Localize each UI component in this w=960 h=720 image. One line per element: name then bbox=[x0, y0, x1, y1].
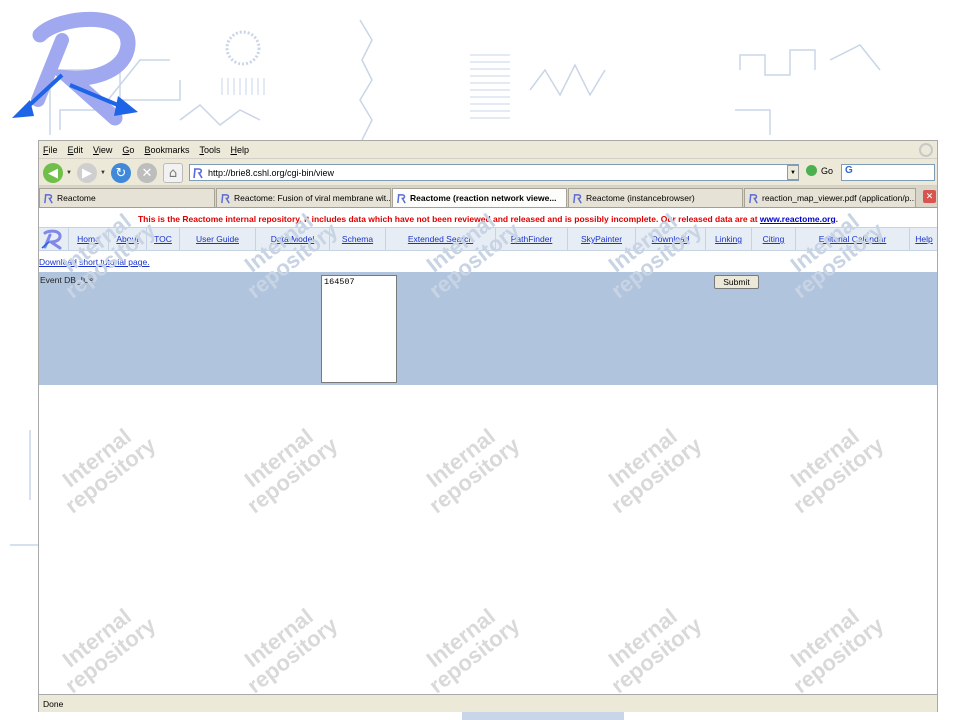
nav-extended-search: Extended Search bbox=[385, 228, 495, 250]
reactome-favicon-icon bbox=[221, 193, 230, 203]
home-icon[interactable]: ⌂ bbox=[163, 163, 183, 183]
menu-go[interactable]: Go bbox=[122, 145, 134, 155]
menu-view[interactable]: View bbox=[93, 145, 112, 155]
nav-help: Help bbox=[909, 228, 938, 250]
nav-user-guide: User Guide bbox=[179, 228, 255, 250]
menu-help[interactable]: Help bbox=[230, 145, 249, 155]
nav-data-model: Data Model bbox=[255, 228, 329, 250]
nav-extended-search-link[interactable]: Extended Search bbox=[408, 234, 473, 244]
nav-about-link[interactable]: About bbox=[116, 234, 138, 244]
tab-fusion-viral-membrane[interactable]: Reactome: Fusion of viral membrane wit..… bbox=[216, 188, 391, 207]
tab-reaction-map-viewer-pdf[interactable]: reaction_map_viewer.pdf (application/p..… bbox=[744, 188, 916, 207]
nav-linking: Linking bbox=[705, 228, 751, 250]
tab-label: Reactome: Fusion of viral membrane wit..… bbox=[234, 193, 391, 203]
menu-file[interactable]: File bbox=[43, 145, 58, 155]
nav-skypainter: SkyPainter bbox=[567, 228, 635, 250]
nav-linking-link[interactable]: Linking bbox=[715, 234, 742, 244]
go-button[interactable]: Go bbox=[806, 165, 833, 176]
reactome-logo bbox=[12, 11, 138, 126]
browser-window: File Edit View Go Bookmarks Tools Help ◀… bbox=[38, 140, 938, 712]
nav-pathfinder-link[interactable]: PathFinder bbox=[511, 234, 553, 244]
status-text: Done bbox=[43, 698, 64, 709]
google-search-icon[interactable]: G bbox=[841, 164, 935, 181]
nav-schema: Schema bbox=[329, 228, 385, 250]
close-tab-icon[interactable]: ✕ bbox=[923, 190, 936, 203]
reactome-logo[interactable] bbox=[40, 229, 66, 250]
reload-icon[interactable]: ↻ bbox=[111, 163, 131, 183]
notice-text: This is the Reactome internal repository… bbox=[137, 214, 760, 224]
event-db-ids-label: Event DB_IDs bbox=[40, 275, 94, 285]
nav-toc-link[interactable]: TOC bbox=[154, 234, 172, 244]
event-db-ids-form: Event DB_IDs 164507 Submit bbox=[39, 272, 937, 385]
tab-instancebrowser[interactable]: Reactome (instancebrowser) bbox=[568, 188, 743, 207]
site-navigation: Home About TOC User Guide Data Model Sch… bbox=[39, 227, 937, 251]
nav-citing-link[interactable]: Citing bbox=[763, 234, 785, 244]
nav-toc: TOC bbox=[146, 228, 179, 250]
nav-pathfinder: PathFinder bbox=[495, 228, 567, 250]
tab-label: Reactome (reaction network viewe... bbox=[410, 193, 557, 203]
nav-editorial-calendar: Editorial Calendar bbox=[795, 228, 909, 250]
reactome-favicon-icon bbox=[573, 193, 582, 203]
reactome-favicon-icon bbox=[193, 167, 203, 178]
menu-tools[interactable]: Tools bbox=[199, 145, 220, 155]
nav-editorial-calendar-link[interactable]: Editorial Calendar bbox=[819, 234, 887, 244]
nav-data-model-link[interactable]: Data Model bbox=[271, 234, 314, 244]
throbber-icon bbox=[919, 143, 933, 157]
stop-icon[interactable]: ✕ bbox=[137, 163, 157, 183]
tab-label: reaction_map_viewer.pdf (application/p..… bbox=[762, 193, 916, 203]
back-arrow-icon[interactable]: ◀ bbox=[43, 163, 63, 183]
nav-download-link[interactable]: Download bbox=[652, 234, 690, 244]
nav-download: Download bbox=[635, 228, 705, 250]
url-text: http://brie8.cshl.org/cgi-bin/view bbox=[208, 167, 335, 178]
tab-label: Reactome (instancebrowser) bbox=[586, 193, 695, 203]
nav-help-link[interactable]: Help bbox=[915, 234, 932, 244]
tab-reaction-network-viewer[interactable]: Reactome (reaction network viewe... bbox=[392, 188, 567, 207]
menu-edit[interactable]: Edit bbox=[68, 145, 84, 155]
submit-button[interactable]: Submit bbox=[714, 275, 759, 289]
menu-bookmarks[interactable]: Bookmarks bbox=[144, 145, 189, 155]
forward-history-dropdown[interactable]: ▼ bbox=[100, 170, 106, 176]
url-input[interactable]: http://brie8.cshl.org/cgi-bin/view bbox=[189, 164, 799, 181]
go-label: Go bbox=[821, 165, 834, 176]
nav-home: Home bbox=[68, 228, 108, 250]
nav-home-link[interactable]: Home bbox=[77, 234, 100, 244]
notice-end: . bbox=[835, 214, 839, 224]
go-icon bbox=[806, 165, 817, 176]
nav-user-guide-link[interactable]: User Guide bbox=[196, 234, 239, 244]
nav-skypainter-link[interactable]: SkyPainter bbox=[581, 234, 622, 244]
tab-bar: Reactome Reactome: Fusion of viral membr… bbox=[39, 186, 937, 208]
tab-reactome[interactable]: Reactome bbox=[39, 188, 215, 207]
reactome-favicon-icon bbox=[397, 193, 406, 203]
reactome-favicon-icon bbox=[44, 193, 53, 203]
nav-schema-link[interactable]: Schema bbox=[342, 234, 373, 244]
forward-arrow-icon[interactable]: ▶ bbox=[77, 163, 97, 183]
back-history-dropdown[interactable]: ▼ bbox=[66, 170, 72, 176]
menu-bar: File Edit View Go Bookmarks Tools Help bbox=[39, 141, 937, 159]
reactome-favicon-icon bbox=[749, 193, 758, 203]
url-history-dropdown[interactable]: ▼ bbox=[787, 165, 799, 180]
navigation-toolbar: ◀ ▼ ▶ ▼ ↻ ✕ ⌂ http://brie8.cshl.org/cgi-… bbox=[39, 159, 937, 186]
reactome-org-link[interactable]: www.reactome.org bbox=[760, 214, 836, 224]
tutorial-download-link[interactable]: Download short tutorial page. bbox=[39, 257, 150, 267]
nav-about: About bbox=[108, 228, 146, 250]
nav-citing: Citing bbox=[751, 228, 795, 250]
tab-label: Reactome bbox=[57, 193, 96, 203]
status-bar: Done bbox=[39, 694, 937, 712]
repository-notice: This is the Reactome internal repository… bbox=[39, 214, 937, 224]
event-db-ids-textarea[interactable]: 164507 bbox=[321, 275, 397, 383]
